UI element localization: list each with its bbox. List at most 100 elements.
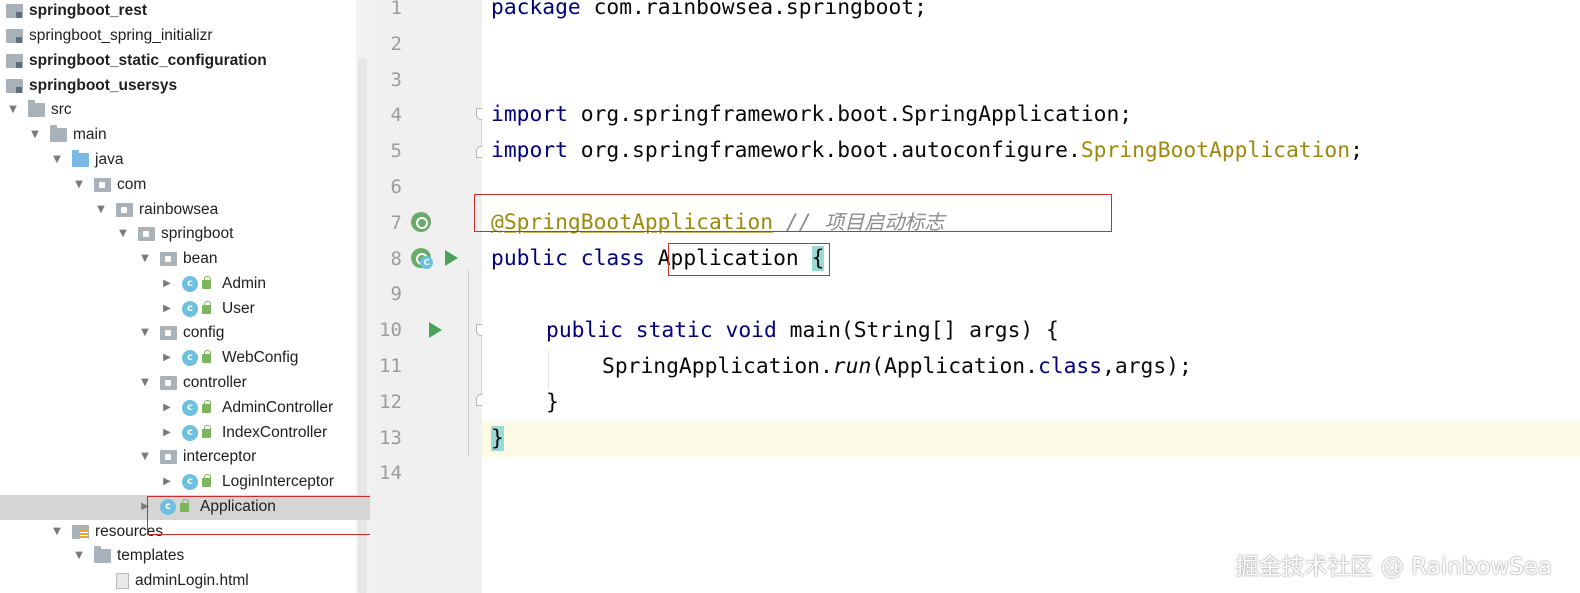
code-line-13[interactable]: } (491, 421, 504, 457)
class-gutter-icon: C (420, 256, 433, 269)
spring-boot-annotation: @SpringBootApplication (491, 210, 774, 235)
collapse-arrow-icon[interactable]: ▼ (52, 527, 62, 537)
tree-item[interactable]: ▼ bean (0, 247, 356, 272)
spring-bean-gutter-icon[interactable] (411, 212, 431, 232)
expand-arrow-icon[interactable]: ▶ (140, 502, 150, 512)
tree-item[interactable]: ▼ main (0, 123, 356, 148)
tree-item-label: springboot_rest (29, 2, 147, 20)
resources-folder-icon (72, 525, 89, 540)
collapse-arrow-icon[interactable]: ▼ (140, 378, 150, 388)
tree-item[interactable]: ▼ src (0, 98, 356, 123)
line-number: 1 (390, 0, 402, 19)
code-line-4[interactable]: import org.springframework.boot.SpringAp… (491, 97, 1132, 133)
access-lock-icon (202, 399, 211, 413)
tree-item[interactable]: ▼ com (0, 173, 356, 198)
folder-icon (28, 100, 45, 118)
tree-item[interactable]: springboot_static_configuration (0, 49, 356, 74)
fold-guide-class (468, 270, 469, 456)
tree-item[interactable]: ▼ config (0, 321, 356, 346)
tree-item-label: IndexController (222, 424, 328, 442)
collapse-arrow-icon[interactable]: ▼ (30, 130, 40, 140)
expand-arrow-icon[interactable]: ▶ (162, 403, 172, 413)
line-number: 7 (390, 211, 402, 234)
tree-item[interactable]: ▶ c Application (0, 495, 370, 520)
import-path: org.springframework.boot.SpringApplicati… (567, 102, 1133, 127)
module-icon (6, 4, 23, 19)
tree-item-label: templates (117, 547, 185, 565)
method-close-brace: } (546, 390, 559, 415)
run-main-icon[interactable] (429, 322, 442, 338)
line-number: 4 (390, 104, 402, 127)
tree-item[interactable]: ▶ c LoginInterceptor (0, 470, 356, 495)
collapse-arrow-icon[interactable]: ▼ (140, 254, 150, 264)
collapse-arrow-icon[interactable]: ▼ (118, 229, 128, 239)
code-line-7[interactable]: @SpringBootApplication // 项目启动标志 (491, 204, 944, 240)
tree-item-label: springboot_usersys (29, 77, 178, 95)
tree-item[interactable]: ▶ c Admin (0, 272, 356, 297)
expand-arrow-icon[interactable]: ▶ (162, 477, 172, 487)
code-line-12[interactable]: } (546, 385, 559, 421)
code-line-10[interactable]: public static void main(String[] args) { (546, 313, 1059, 349)
tree-item-label: adminLogin.html (135, 572, 249, 590)
tree-item[interactable]: ▶ c AdminController (0, 396, 356, 421)
package-icon (160, 252, 177, 267)
collapse-arrow-icon[interactable]: ▼ (140, 328, 150, 338)
tree-item[interactable]: springboot_spring_initializr (0, 24, 356, 49)
tree-item-label: springboot_static_configuration (29, 52, 267, 70)
keyword-import: import (491, 138, 568, 163)
collapse-arrow-icon[interactable]: ▼ (8, 105, 18, 115)
class-close-brace: } (491, 426, 504, 451)
collapse-arrow-icon[interactable]: ▼ (74, 551, 84, 561)
code-line-8[interactable]: public class Application { (491, 241, 825, 277)
keyword-public-static-void: public static void (546, 318, 777, 343)
keyword-package: package (491, 0, 581, 20)
expand-arrow-icon[interactable]: ▶ (162, 304, 172, 314)
tree-item-label: Admin (222, 275, 266, 293)
line-number: 5 (390, 140, 402, 163)
tree-item[interactable]: ▶ c IndexController (0, 421, 356, 446)
tree-item[interactable]: springboot_usersys (0, 74, 356, 99)
import-annotation-name: SpringBootApplication (1080, 138, 1351, 163)
class-name: Application (657, 246, 799, 271)
comment-marker: // (773, 210, 825, 235)
tree-item[interactable]: ▶ c WebConfig (0, 346, 356, 371)
tree-item[interactable]: springboot_rest (0, 0, 356, 24)
package-icon (160, 326, 177, 341)
tree-item[interactable]: ▼ rainbowsea (0, 198, 356, 223)
code-line-1[interactable]: package com.rainbowsea.springboot; (491, 0, 927, 26)
package-icon (116, 203, 133, 218)
tree-item[interactable]: ▶ c User (0, 297, 356, 322)
tree-item[interactable]: ▼ templates (0, 544, 356, 569)
code-editor[interactable]: package com.rainbowsea.springboot; impor… (482, 0, 1580, 593)
keyword-class: class (1037, 354, 1103, 379)
html-file-icon (116, 573, 129, 590)
collapse-arrow-icon[interactable]: ▼ (74, 180, 84, 190)
tree-item[interactable]: ▼ springboot (0, 222, 356, 247)
tree-item[interactable]: ▼ controller (0, 371, 356, 396)
tree-item[interactable]: ▼ resources (0, 520, 356, 545)
expand-arrow-icon[interactable]: ▶ (162, 353, 172, 363)
collapse-arrow-icon[interactable]: ▼ (96, 205, 106, 215)
expand-arrow-icon[interactable]: ▶ (162, 279, 172, 289)
spring-application-ref: SpringApplication. (602, 354, 833, 379)
run-class-icon[interactable] (445, 250, 458, 266)
collapse-arrow-icon[interactable]: ▼ (52, 155, 62, 165)
tree-item-label: rainbowsea (139, 201, 219, 219)
class-icon: c (182, 474, 198, 491)
access-lock-icon (202, 275, 211, 289)
tree-item-label: controller (183, 374, 247, 392)
line-number: 13 (379, 426, 402, 449)
tree-item-label: interceptor (183, 448, 257, 466)
tree-item[interactable]: ▼ java (0, 148, 356, 173)
code-line-5[interactable]: import org.springframework.boot.autoconf… (491, 133, 1363, 169)
line-number: 14 (379, 462, 402, 485)
tree-item[interactable]: adminLogin.html (0, 569, 356, 593)
expand-arrow-icon[interactable]: ▶ (162, 428, 172, 438)
code-line-11[interactable]: SpringApplication.run(Application.class,… (602, 349, 1192, 385)
tree-item[interactable]: ▼ interceptor (0, 445, 356, 470)
tree-item-label: AdminController (222, 399, 334, 417)
run-method: run (832, 354, 872, 379)
keyword-public-class: public class (491, 246, 645, 271)
folder-icon (94, 546, 111, 564)
collapse-arrow-icon[interactable]: ▼ (140, 452, 150, 462)
